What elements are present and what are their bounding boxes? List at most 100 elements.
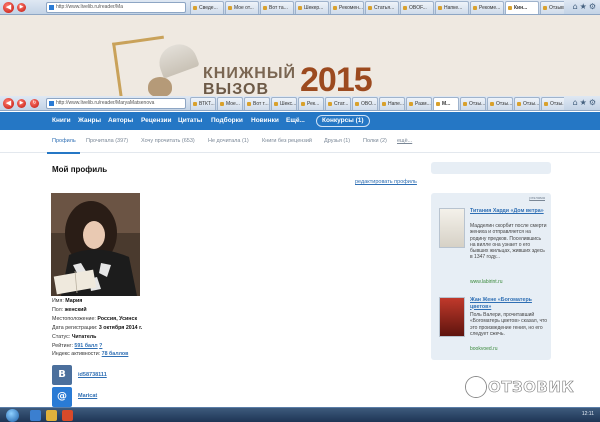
tab[interactable]: Вот та... bbox=[260, 1, 294, 14]
tab-want-to-read[interactable]: Хочу прочитать (653) bbox=[141, 138, 195, 144]
rating-help-link[interactable]: ? bbox=[99, 343, 102, 349]
tab[interactable]: Шекс... bbox=[271, 97, 297, 110]
tab-no-review[interactable]: Книги без рецензий bbox=[262, 138, 312, 144]
profile-activity-link[interactable]: 78 баллов bbox=[102, 351, 129, 357]
otzovik-logo-icon bbox=[466, 377, 486, 397]
ad-source-link[interactable]: bookvoed.ru bbox=[470, 346, 498, 352]
name-label: Имя: bbox=[52, 298, 64, 304]
tab-unfinished[interactable]: Не дочитала (1) bbox=[208, 138, 249, 144]
ad-description: Поль Валери, прочитавший «Богоматерь цве… bbox=[470, 312, 548, 337]
background-url-bar[interactable]: http://www.livelib.ru/reader/Ma bbox=[46, 2, 186, 13]
nav-more[interactable]: Ещё... bbox=[286, 112, 305, 130]
profile-rating-row: Рейтинг: 591 балл ? bbox=[52, 343, 102, 349]
tab-active[interactable]: М... bbox=[433, 97, 459, 110]
tab[interactable]: Напе... bbox=[379, 97, 405, 110]
profile-location-row: Местоположение: Россия, Усинск bbox=[52, 316, 137, 322]
page-title: Мой профиль bbox=[52, 165, 108, 174]
tab-strip: ВТКТ... Мое... Вот т... Шекс... Рек... С… bbox=[190, 97, 564, 110]
tab[interactable]: Рекоме... bbox=[470, 1, 504, 14]
profile-gender: женский bbox=[64, 307, 87, 313]
forward-icon[interactable]: ▶ bbox=[17, 99, 26, 108]
contests-button[interactable]: Конкурсы (1) bbox=[316, 115, 370, 127]
tab[interactable]: Вот т... bbox=[244, 97, 270, 110]
tab[interactable]: Разм... bbox=[406, 97, 432, 110]
sidebar-top-box bbox=[431, 162, 551, 174]
tab-more[interactable]: ещё... bbox=[397, 138, 412, 144]
tab[interactable]: Мое... bbox=[217, 97, 243, 110]
mail-profile-link[interactable]: Maricat bbox=[78, 393, 97, 399]
profile-status-row: Статус: Читатель bbox=[52, 334, 96, 340]
vk-profile-link[interactable]: id58738111 bbox=[78, 372, 107, 378]
registered-label: Дата регистрации: bbox=[52, 325, 98, 331]
ad-sidebar: реклама Титания Харди «Дом ветра» Маддел… bbox=[431, 193, 551, 360]
media-taskbar-icon[interactable] bbox=[62, 410, 73, 421]
gender-label: Пол: bbox=[52, 307, 64, 313]
tab[interactable]: Мое от... bbox=[225, 1, 259, 14]
profile-name-row: Имя: Мария bbox=[52, 298, 82, 304]
tab[interactable]: Напке... bbox=[435, 1, 469, 14]
book-cover-image[interactable] bbox=[439, 208, 465, 248]
explorer-taskbar-icon[interactable] bbox=[46, 410, 57, 421]
tab-active[interactable]: Кин... bbox=[505, 1, 539, 14]
forward-icon[interactable]: ▶ bbox=[17, 3, 26, 12]
book-challenge-banner: КНИЖНЫЙ ВЫЗОВ 2015 bbox=[0, 15, 600, 96]
tab[interactable]: Отзы... bbox=[487, 97, 513, 110]
cat-illustration bbox=[148, 77, 172, 96]
nav-collections[interactable]: Подборки bbox=[211, 112, 243, 130]
ie-taskbar-icon[interactable] bbox=[30, 410, 41, 421]
window-controls[interactable]: ⌂★⚙ bbox=[573, 2, 598, 11]
ad-description: Мадделин скорбит после смерти жениха и о… bbox=[470, 223, 547, 261]
profile-name: Мария bbox=[65, 298, 83, 304]
book-cover-image[interactable] bbox=[439, 297, 465, 337]
main-nav: Книги Жанры Авторы Рецензии Цитаты Подбо… bbox=[0, 112, 600, 130]
tab-profile[interactable]: Профиль bbox=[52, 138, 76, 144]
nav-reviews[interactable]: Рецензии bbox=[141, 112, 172, 130]
ad-title[interactable]: Титания Харди «Дом ветра» bbox=[470, 208, 548, 215]
tab[interactable]: Отзы... bbox=[460, 97, 486, 110]
tab-read[interactable]: Прочитала (397) bbox=[86, 138, 128, 144]
tab[interactable]: ВТКТ... bbox=[190, 97, 216, 110]
tab[interactable]: Рекомен... bbox=[330, 1, 364, 14]
profile-location: Россия, Усинск bbox=[97, 316, 138, 322]
tab-shelves[interactable]: Полки (2) bbox=[363, 138, 387, 144]
ad-source-link[interactable]: www.labirint.ru bbox=[470, 279, 503, 285]
active-tab-indicator bbox=[47, 152, 80, 154]
nav-new-books[interactable]: Новинки bbox=[251, 112, 279, 130]
background-browser-toolbar: ◀ ▶ http://www.livelib.ru/reader/Ma Свед… bbox=[0, 0, 600, 15]
profile-activity-row: Индекс активности: 78 баллов bbox=[52, 351, 128, 357]
browser-toolbar: ◀ ▶ ↻ http://www.livelib.ru/reader/Marya… bbox=[0, 96, 600, 111]
profile-rating-link[interactable]: 591 балл bbox=[74, 343, 97, 349]
tab[interactable]: Отзы... bbox=[514, 97, 540, 110]
back-icon[interactable]: ◀ bbox=[3, 98, 14, 109]
ad-label[interactable]: реклама bbox=[529, 195, 545, 200]
avatar bbox=[51, 193, 140, 296]
tab[interactable]: Стат... bbox=[325, 97, 351, 110]
refresh-icon[interactable]: ↻ bbox=[30, 99, 39, 108]
nav-quotes[interactable]: Цитаты bbox=[178, 112, 202, 130]
tab[interactable]: OBOF... bbox=[400, 1, 434, 14]
tab[interactable]: OBO... bbox=[352, 97, 378, 110]
tab[interactable]: Статья... bbox=[365, 1, 399, 14]
tab-friends[interactable]: Друзья (1) bbox=[324, 138, 350, 144]
back-icon[interactable]: ◀ bbox=[3, 2, 14, 13]
start-button-icon[interactable] bbox=[6, 409, 19, 422]
nav-genres[interactable]: Жанры bbox=[78, 112, 101, 130]
taskbar-clock[interactable]: 12:11 bbox=[582, 411, 594, 417]
activity-label: Индекс активности: bbox=[52, 351, 101, 357]
tab[interactable]: Отзыв... bbox=[540, 1, 564, 14]
nav-books[interactable]: Книги bbox=[52, 112, 71, 130]
edit-profile-link[interactable]: редактировать профиль bbox=[355, 179, 417, 185]
banner-title-line2: ВЫЗОВ bbox=[203, 81, 270, 96]
profile-subnav: Профиль Прочитала (397) Хочу прочитать (… bbox=[0, 131, 600, 154]
tab[interactable]: Отзы... bbox=[541, 97, 564, 110]
tab[interactable]: Рек... bbox=[298, 97, 324, 110]
nav-authors[interactable]: Авторы bbox=[108, 112, 133, 130]
url-bar[interactable]: http://www.livelib.ru/reader/MaryaMatsen… bbox=[46, 98, 186, 109]
mail-icon[interactable]: @ bbox=[52, 387, 72, 407]
tab[interactable]: Шекер... bbox=[295, 1, 329, 14]
window-controls[interactable]: ⌂★⚙ bbox=[573, 98, 598, 107]
ad-title[interactable]: Жан Жене «Богоматерь цветов» bbox=[470, 297, 548, 310]
vk-icon[interactable]: В bbox=[52, 365, 72, 385]
tab[interactable]: Сведе... bbox=[190, 1, 224, 14]
profile-gender-row: Пол: женский bbox=[52, 307, 87, 313]
